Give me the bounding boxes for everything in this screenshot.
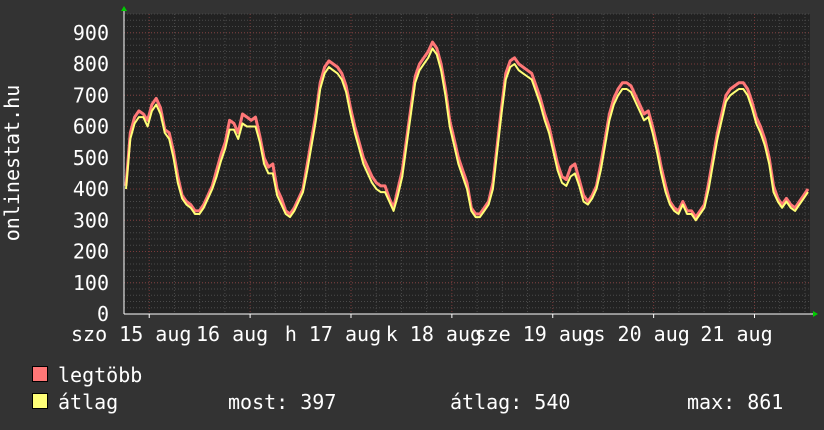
legend: legtöbb átlag most: 397 átlag: 540 max: … <box>30 362 810 416</box>
y-tick-label: 300 <box>73 208 109 232</box>
y-tick-label: 800 <box>73 52 109 76</box>
y-tick-label: 600 <box>73 115 109 139</box>
x-tick-label: 16 aug <box>196 322 268 346</box>
x-tick-label: sze 19 aug <box>475 322 595 346</box>
legend-swatch-max <box>32 366 48 382</box>
y-axis-arrow <box>121 6 127 11</box>
x-axis-arrow <box>813 311 818 317</box>
y-tick-label: 900 <box>73 21 109 45</box>
stat-average: átlag: 540 <box>450 390 571 414</box>
y-tick-label: 200 <box>73 240 109 264</box>
x-tick-label: h 17 aug <box>285 322 381 346</box>
y-tick-label: 700 <box>73 83 109 107</box>
x-tick-label: szo 15 aug <box>71 322 191 346</box>
x-tick-label: cs 20 aug <box>581 322 689 346</box>
legend-label-avg: átlag <box>58 390 119 414</box>
legend-label-max: legtöbb <box>58 363 143 387</box>
x-tick-labels: szo 15 aug 16 aug h 17 aug k 18 augsze 19 a… <box>71 322 773 346</box>
y-tick-label: 100 <box>73 271 109 295</box>
legend-row-max: legtöbb <box>30 362 810 389</box>
legend-swatch-avg <box>32 393 48 409</box>
stat-current: most: 397 <box>228 390 337 414</box>
x-tick-label: 21 aug <box>700 322 772 346</box>
y-tick-label: 400 <box>73 177 109 201</box>
y-tick-labels: 0100200300400500600700800900 <box>73 21 109 326</box>
y-axis-label: onlinestat.hu <box>0 85 24 242</box>
y-tick-label: 500 <box>73 146 109 170</box>
x-tick-label: k 18 aug <box>386 322 482 346</box>
legend-row-avg: átlag most: 397 átlag: 540 max: 861 <box>30 389 810 416</box>
stat-maximum: max: 861 <box>687 390 784 414</box>
